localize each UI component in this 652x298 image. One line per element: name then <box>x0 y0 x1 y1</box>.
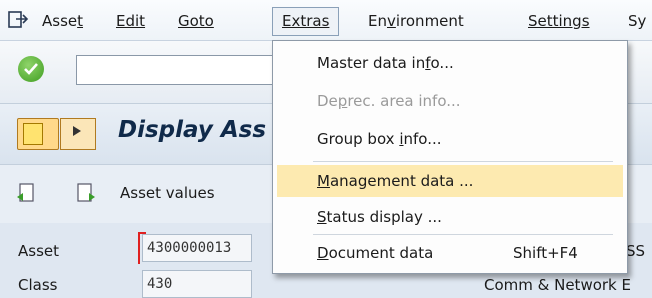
menu-goto[interactable]: Goto <box>178 10 214 32</box>
asset-field[interactable]: 4300000013 <box>142 234 252 262</box>
menu-separator <box>313 234 613 235</box>
menu-extras[interactable]: Extras <box>272 7 340 36</box>
menu-item-status-display[interactable]: Status display ... <box>277 201 623 233</box>
menu-item-text-post: nfo... <box>403 130 442 148</box>
asset-values-button[interactable]: Asset values <box>120 184 215 202</box>
menu-goto-label: Goto <box>178 12 214 30</box>
asset-description-text: SS <box>626 242 646 260</box>
next-document-icon[interactable] <box>76 183 96 205</box>
menu-edit[interactable]: Edit <box>116 10 145 32</box>
menu-item-management-data[interactable]: Management data ... <box>277 165 623 197</box>
menu-item-label: Master data info... <box>317 47 454 79</box>
menu-item-accelerator: S <box>317 208 327 226</box>
menu-settings[interactable]: Settings <box>528 10 590 32</box>
menu-item-text-post: ocument data <box>328 244 434 262</box>
menu-item-text-pre: Master data in <box>317 54 426 72</box>
menu-extras-label: Extras <box>282 12 330 30</box>
menu-item-shortcut: Shift+F4 <box>513 244 578 262</box>
menu-item-label: Group box info... <box>317 123 442 155</box>
menu-item-text-pre: De <box>317 92 338 110</box>
menu-item-text-post: tatus display ... <box>326 208 442 226</box>
menu-exit-icon[interactable] <box>7 9 29 31</box>
class-label: Class <box>18 276 58 294</box>
menu-environment[interactable]: Environment <box>368 10 464 32</box>
menu-item-label: Status display ... <box>317 201 442 233</box>
previous-document-icon[interactable] <box>16 183 36 205</box>
gos-menu-button[interactable] <box>17 118 59 150</box>
menu-item-text-post: rec. area info... <box>347 92 461 110</box>
menu-item-accelerator: p <box>337 92 348 110</box>
class-description-text: Comm & Network E <box>484 276 631 294</box>
menu-item-group-box-info[interactable]: Group box info... <box>277 123 623 155</box>
extras-dropdown-menu: Master data info... Deprec. area info...… <box>272 40 628 274</box>
asset-label: Asset <box>18 242 60 260</box>
menu-item-text-post: anagement data ... <box>329 172 474 190</box>
menu-item-text-post: o... <box>430 54 454 72</box>
menu-system-label: Sy <box>628 12 647 30</box>
menu-item-label: Management data ... <box>317 165 473 197</box>
menu-item-document-data[interactable]: Document data Shift+F4 <box>277 237 623 269</box>
menu-item-label: Deprec. area info... <box>317 85 461 117</box>
menu-item-label: Document data <box>317 237 433 269</box>
command-field[interactable] <box>76 55 298 85</box>
menu-item-accelerator: D <box>317 244 329 262</box>
menu-item-accelerator: M <box>317 172 330 190</box>
menu-asset[interactable]: Asset <box>42 10 83 32</box>
menu-settings-label: Settings <box>528 12 590 30</box>
menu-edit-label: Edit <box>116 12 146 30</box>
enter-check-icon[interactable] <box>18 56 44 82</box>
class-field[interactable]: 430 <box>142 270 252 298</box>
gos-dropdown-button[interactable] <box>60 118 96 150</box>
page-title: Display Ass <box>118 117 267 143</box>
menu-separator <box>313 161 613 162</box>
menu-system[interactable]: Sy <box>628 10 646 32</box>
menu-item-master-data-info[interactable]: Master data info... <box>277 47 623 79</box>
object-services-icon <box>23 123 43 145</box>
menu-item-deprec-area-info: Deprec. area info... <box>277 85 623 117</box>
menu-asset-label: Asset <box>42 12 84 30</box>
menu-bar: Asset Edit Goto Extras Environment Setti… <box>0 0 652 41</box>
dropdown-arrow-icon <box>73 126 81 136</box>
menu-item-text-pre: Group box <box>317 130 400 148</box>
menu-environment-label: Environment <box>368 12 464 30</box>
